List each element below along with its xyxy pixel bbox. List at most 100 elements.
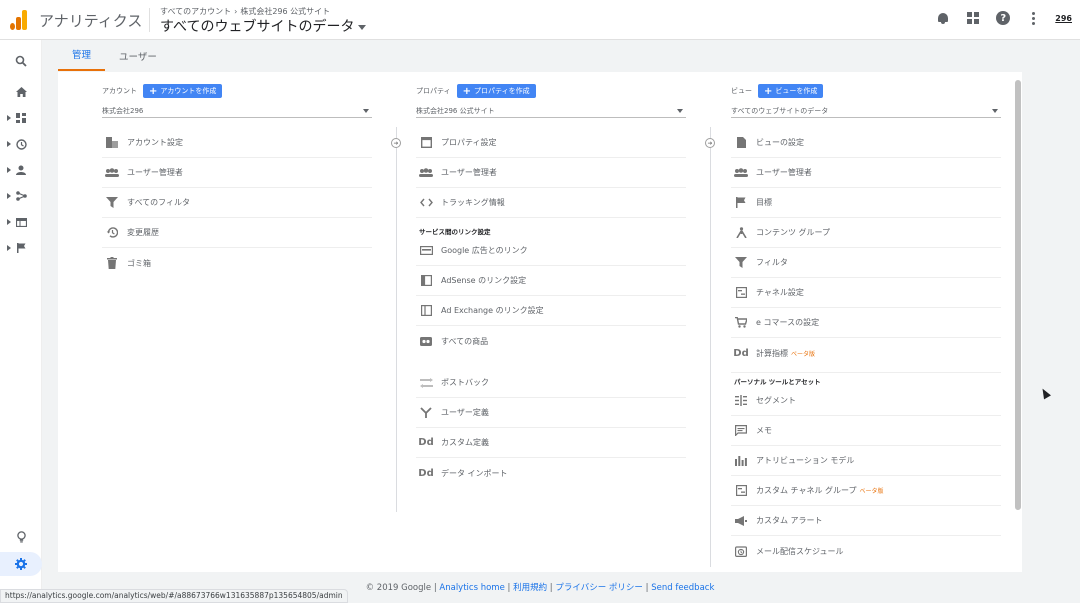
building-icon [105, 137, 119, 149]
menu-item-label: セグメント [756, 396, 796, 405]
dashboard-icon[interactable] [0, 107, 42, 129]
apps-icon[interactable] [965, 10, 981, 26]
menu-item-custom-definitions[interactable]: ユーザー定義 [416, 398, 686, 428]
left-nav-rail [0, 40, 42, 603]
menu-item-account-settings[interactable]: アカウント設定 [102, 128, 372, 158]
dropdown-arrow-icon [363, 108, 369, 113]
footer-link-feedback[interactable]: Send feedback [651, 583, 714, 593]
person-icon[interactable] [0, 159, 42, 181]
bell-icon[interactable] [935, 10, 951, 26]
menu-item-label: メール配信スケジュール [756, 546, 844, 556]
view-selector[interactable]: すべてのウェブサイトのデータ [160, 16, 367, 36]
menu-item-scheduled-emails[interactable]: メール配信スケジュール [731, 536, 1001, 566]
property-select[interactable]: 株式会社296 公式サイト [416, 104, 686, 118]
menu-item-google-ads-link[interactable]: Google 広告とのリンク [416, 236, 686, 266]
menu-item-label: トラッキング情報 [441, 198, 505, 207]
menu-item-annotations[interactable]: メモ [731, 416, 1001, 446]
menu-item-segments[interactable]: セグメント [731, 386, 1001, 416]
menu-item-label: 計算指標 [756, 348, 788, 358]
chevron-right-icon: › [234, 7, 238, 16]
menu-item-ad-exchange-link[interactable]: Ad Exchange のリンク設定 [416, 296, 686, 326]
lightbulb-icon[interactable] [0, 526, 42, 548]
account-select[interactable]: 株式会社296 [102, 104, 372, 118]
cart-icon [734, 317, 748, 329]
account-avatar[interactable]: 296 [1055, 14, 1072, 23]
dropdown-arrow-icon [677, 108, 683, 113]
menu-item-goals[interactable]: 目標 [731, 188, 1001, 218]
view-select[interactable]: すべてのウェブサイトのデータ [731, 104, 1001, 118]
analytics-logo-icon[interactable] [10, 10, 28, 30]
menu-item-calculated-metrics[interactable]: Dd 計算指標 ベータ版 [731, 338, 1001, 368]
menu-item-custom-channel-groupings[interactable]: カスタム チャネル グループ ベータ版 [731, 476, 1001, 506]
footer-link-analytics-home[interactable]: Analytics home [439, 583, 504, 593]
footer-link-privacy[interactable]: プライバシー ポリシー [555, 583, 643, 593]
home-icon[interactable] [0, 81, 42, 103]
menu-item-label: カスタム チャネル グループ [756, 486, 857, 495]
admin-panel: アカウント + アカウントを作成 株式会社296 アカウント設定 ユーザー管理者 … [58, 72, 1022, 572]
menu-item-label: Ad Exchange のリンク設定 [441, 306, 544, 315]
menu-item-attribution-models[interactable]: アトリビューション モデル [731, 446, 1001, 476]
people-icon [105, 167, 119, 179]
menu-item-change-history[interactable]: 変更履歴 [102, 218, 372, 248]
flag-icon[interactable] [0, 237, 42, 259]
menu-item-view-settings[interactable]: ビューの設定 [731, 128, 1001, 158]
plus-icon: + [764, 85, 773, 97]
tab-admin[interactable]: 管理 [58, 47, 106, 71]
acquisition-icon[interactable] [0, 185, 42, 207]
filter-icon [734, 257, 748, 269]
document-icon [734, 137, 748, 149]
menu-item-filters[interactable]: フィルタ [731, 248, 1001, 278]
menu-item-label: すべての商品 [441, 336, 489, 346]
menu-item-adsense-link[interactable]: AdSense のリンク設定 [416, 266, 686, 296]
dd-icon: Dd [418, 467, 434, 479]
menu-item-custom-alerts[interactable]: カスタム アラート [731, 506, 1001, 536]
menu-item-user-management[interactable]: ユーザー管理者 [416, 158, 686, 188]
menu-item-custom-dimensions[interactable]: Dd カスタム定義 [416, 428, 686, 458]
menu-item-all-products[interactable]: すべての商品 [416, 326, 686, 356]
menu-item-data-import[interactable]: Dd データ インポート [416, 458, 686, 488]
create-account-button[interactable]: + アカウントを作成 [143, 84, 223, 98]
menu-item-label: 目標 [756, 198, 772, 207]
custom-definition-icon [419, 407, 433, 419]
menu-item-content-grouping[interactable]: コンテンツ グループ [731, 218, 1001, 248]
section-label-product-linking: サービス間のリンク設定 [419, 228, 491, 236]
mouse-cursor-icon [1039, 386, 1051, 400]
filter-icon [105, 197, 119, 209]
menu-item-channel-settings[interactable]: チャネル設定 [731, 278, 1001, 308]
menu-item-trash[interactable]: ゴミ箱 [102, 248, 372, 278]
help-icon[interactable]: ? [995, 10, 1011, 26]
plus-icon: + [149, 85, 158, 97]
content-grouping-icon [734, 227, 748, 239]
menu-item-all-filters[interactable]: すべてのフィルタ [102, 188, 372, 218]
menu-item-user-management[interactable]: ユーザー管理者 [102, 158, 372, 188]
create-view-button[interactable]: + ビューを作成 [758, 84, 824, 98]
behavior-icon[interactable] [0, 211, 42, 233]
menu-item-ecommerce-settings[interactable]: e コマースの設定 [731, 308, 1001, 338]
menu-item-tracking-info[interactable]: トラッキング情報 [416, 188, 686, 218]
account-heading: アカウント [102, 87, 137, 95]
menu-item-label: AdSense のリンク設定 [441, 276, 527, 285]
column-divider [396, 127, 397, 512]
more-vert-icon[interactable] [1025, 10, 1041, 26]
clock-icon[interactable] [0, 133, 42, 155]
dropdown-arrow-icon [992, 108, 998, 113]
scrollbar[interactable] [1015, 80, 1021, 510]
menu-item-label: フィルタ [756, 258, 788, 267]
menu-item-user-management[interactable]: ユーザー管理者 [731, 158, 1001, 188]
breadcrumb-item[interactable]: 株式会社296 公式サイト [240, 7, 330, 16]
create-account-label: アカウントを作成 [160, 87, 217, 95]
menu-item-label: ユーザー管理者 [756, 168, 812, 177]
property-column: プロパティ + プロパティを作成 株式会社296 公式サイト プロパティ設定 ユー… [416, 72, 686, 488]
property-select-value: 株式会社296 公式サイト [416, 106, 495, 115]
footer-link-terms[interactable]: 利用規約 [513, 583, 547, 593]
tab-user[interactable]: ユーザー [105, 49, 171, 71]
segment-icon [734, 395, 748, 407]
beta-badge: ベータ版 [791, 350, 816, 358]
settings-icon[interactable] [0, 552, 42, 576]
menu-item-label: カスタム アラート [756, 516, 823, 525]
search-icon[interactable] [0, 50, 42, 72]
menu-item-property-settings[interactable]: プロパティ設定 [416, 128, 686, 158]
breadcrumb-item[interactable]: すべてのアカウント [160, 7, 231, 16]
menu-item-postbacks[interactable]: ポストバック [416, 368, 686, 398]
create-property-button[interactable]: + プロパティを作成 [456, 84, 536, 98]
